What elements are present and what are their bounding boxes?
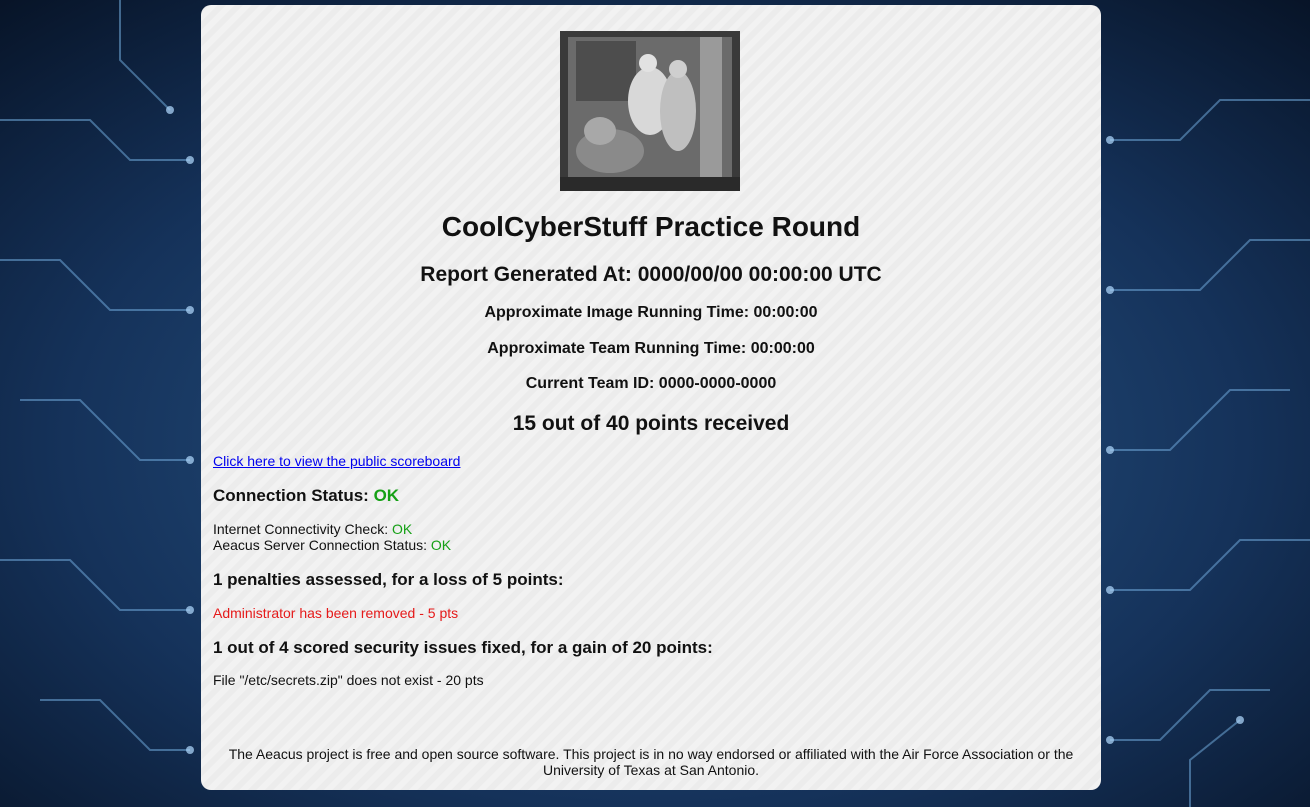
report-panel: CoolCyberStuff Practice Round Report Gen…	[201, 5, 1101, 790]
vuln-item: File "/etc/secrets.zip" does not exist -…	[213, 672, 484, 688]
page-title: CoolCyberStuff Practice Round	[441, 211, 861, 242]
connection-status-value: OK	[373, 486, 400, 505]
server-connection-label: Aeacus Server Connection Status:	[213, 537, 431, 553]
penalties-heading: 1 penalties assessed, for a loss of 5 po…	[213, 570, 564, 589]
team-id: Current Team ID: 0000-0000-0000	[525, 375, 777, 392]
points-summary: 15 out of 40 points received	[512, 412, 790, 435]
vulns-heading: 1 out of 4 scored security issues fixed,…	[213, 638, 713, 657]
internet-check-status: OK	[391, 521, 413, 537]
server-connection-row: Aeacus Server Connection Status: OK	[213, 537, 451, 553]
penalty-item: Administrator has been removed - 5 pts	[213, 605, 459, 621]
team-running-time: Approximate Team Running Time: 00:00:00	[487, 340, 815, 357]
image-running-time: Approximate Image Running Time: 00:00:00	[484, 304, 818, 321]
footer-disclaimer: The Aeacus project is free and open sour…	[228, 746, 1074, 778]
server-connection-status: OK	[430, 537, 452, 553]
connection-status-label: Connection Status:	[213, 486, 374, 505]
connection-status-heading: Connection Status: OK	[213, 486, 399, 506]
engraving-logo	[560, 31, 740, 191]
scoreboard-link[interactable]: Click here to view the public scoreboard	[213, 453, 460, 469]
internet-check-label: Internet Connectivity Check:	[213, 521, 392, 537]
report-generated-time: Report Generated At: 0000/00/00 00:00:00…	[420, 263, 882, 286]
internet-check-row: Internet Connectivity Check: OK	[213, 521, 412, 537]
